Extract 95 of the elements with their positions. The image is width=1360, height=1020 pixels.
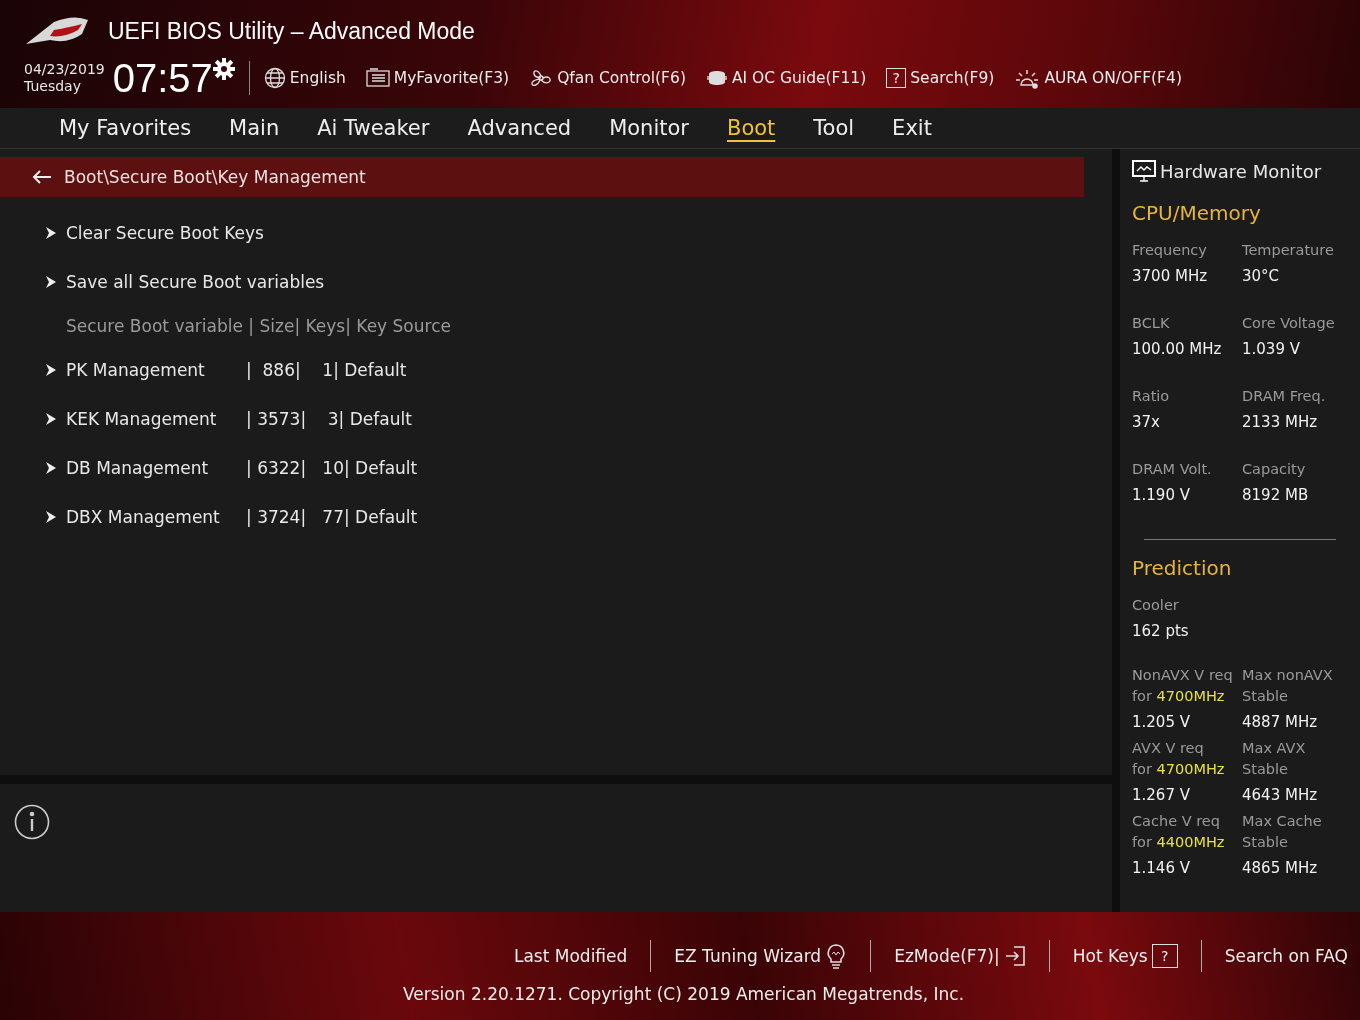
stat-label: NonAVX V req <box>1132 666 1234 685</box>
submenu-item[interactable]: KEK Management <box>66 408 236 429</box>
stat-label: for 4400MHz <box>1132 833 1226 852</box>
chevron-icon <box>46 363 56 376</box>
chip-icon <box>705 68 728 88</box>
submenu-item[interactable]: Clear Secure Boot Keys <box>66 222 264 243</box>
breadcrumb-bar[interactable]: Boot\Secure Boot\Key Management <box>0 157 1084 197</box>
stat-label: Max nonAVX <box>1242 666 1334 685</box>
exit-icon <box>1003 945 1026 967</box>
stat-label: Temperature <box>1242 241 1335 260</box>
chevron-icon <box>46 275 56 288</box>
monitor-icon <box>1132 160 1156 182</box>
version-text: Version 2.20.1271. Copyright (C) 2019 American Megatrends, Inc. <box>403 984 965 1004</box>
chevron-icon <box>46 461 56 474</box>
help-icon: ? <box>1151 944 1178 968</box>
stat-label: for 4700MHz <box>1132 760 1226 779</box>
stat-value: 162 pts <box>1132 621 1190 642</box>
menu-tab[interactable]: Boot <box>707 116 795 140</box>
stat-value: 30°C <box>1242 266 1281 287</box>
stat-label: Max Cache <box>1242 812 1323 831</box>
stat-value: 1.205 V <box>1132 712 1191 733</box>
stat-value: 37x <box>1132 412 1161 433</box>
key-details: | 6322| 10| Default <box>246 457 418 478</box>
stat-label: DRAM Freq. <box>1242 387 1327 406</box>
key-details: | 3724| 77| Default <box>246 506 418 527</box>
footer-button[interactable]: EzMode(F7)| <box>894 945 1026 967</box>
stat-value: 4643 MHz <box>1242 785 1319 806</box>
toolbar-button[interactable]: Qfan Control(F6) <box>529 67 686 89</box>
submenu-item[interactable]: Save all Secure Boot variables <box>66 271 325 292</box>
section-title: CPU/Memory <box>1132 201 1262 225</box>
stat-value: 4865 MHz <box>1242 858 1319 879</box>
help-icon: ? <box>886 68 907 88</box>
footer-button[interactable]: Hot Keys ? <box>1072 944 1178 968</box>
light-icon <box>1014 67 1041 89</box>
toolbar-button[interactable]: MyFavorite(F3) <box>365 68 510 88</box>
menu-tab[interactable]: Main <box>210 116 299 140</box>
stat-value: 4887 MHz <box>1242 712 1319 733</box>
key-details: | 886| 1| Default <box>246 359 407 380</box>
stat-value: 2133 MHz <box>1242 412 1319 433</box>
back-arrow-icon[interactable] <box>32 169 52 185</box>
clock-time: 07:57 <box>112 56 213 100</box>
stat-value: 8192 MB <box>1242 485 1310 506</box>
stat-label: Stable <box>1242 833 1289 852</box>
stat-label: Core Voltage <box>1242 314 1336 333</box>
stat-label: Ratio <box>1132 387 1171 406</box>
footer-button[interactable]: EZ Tuning Wizard <box>674 943 848 969</box>
day-text: Tuesday <box>24 78 82 95</box>
stat-label: Cache V req <box>1132 812 1221 831</box>
menu-tab[interactable]: Monitor <box>590 116 708 140</box>
menu-tab[interactable]: Advanced <box>448 116 591 140</box>
fan-icon <box>529 67 554 89</box>
globe-icon <box>263 67 286 89</box>
stat-label: DRAM Volt. <box>1132 460 1213 479</box>
chevron-icon <box>46 510 56 523</box>
menu-tab[interactable]: Tool <box>794 116 874 140</box>
key-details: | 3573| 3| Default <box>246 408 412 429</box>
stat-label: Cooler <box>1132 596 1180 615</box>
stat-label: BCLK <box>1132 314 1171 333</box>
column-header: Secure Boot variable | Size| Keys| Key Source <box>66 315 451 336</box>
submenu-item[interactable]: DB Management <box>66 457 236 478</box>
stat-label: Capacity <box>1242 460 1307 479</box>
breadcrumb-path: Boot\Secure Boot\Key Management <box>64 167 366 187</box>
stat-value: 1.146 V <box>1132 858 1191 879</box>
lightbulb-icon <box>825 943 848 969</box>
submenu-item[interactable]: DBX Management <box>66 506 236 527</box>
stat-label: Max AVX <box>1242 739 1307 758</box>
panel-title: Hardware Monitor <box>1160 160 1322 182</box>
date-text: 04/23/2019 <box>24 61 105 78</box>
stat-label: Frequency <box>1132 241 1208 260</box>
list-icon <box>365 68 390 88</box>
stat-value: 1.039 V <box>1242 339 1301 360</box>
stat-value: 1.190 V <box>1132 485 1191 506</box>
toolbar-button[interactable]: English <box>263 67 346 89</box>
stat-label: for 4700MHz <box>1132 687 1226 706</box>
chevron-icon <box>46 226 56 239</box>
menu-tab[interactable]: Exit <box>873 116 951 140</box>
menu-tab[interactable]: Ai Tweaker <box>298 116 449 140</box>
footer-button[interactable]: Search on FAQ <box>1224 946 1348 966</box>
section-title: Prediction <box>1132 556 1233 580</box>
footer-button[interactable]: Last Modified <box>513 946 628 966</box>
submenu-item[interactable]: PK Management <box>66 359 236 380</box>
toolbar-button[interactable]: AURA ON/OFF(F4) <box>1014 67 1182 89</box>
toolbar-button[interactable]: AI OC Guide(F11) <box>705 68 867 88</box>
stat-value: 1.267 V <box>1132 785 1191 806</box>
stat-label: Stable <box>1242 687 1289 706</box>
settings-icon[interactable] <box>212 58 235 80</box>
window-title: UEFI BIOS Utility – Advanced Mode <box>108 17 475 45</box>
info-icon <box>14 804 50 840</box>
menu-tab[interactable]: My Favorites <box>40 116 211 140</box>
chevron-icon <box>46 412 56 425</box>
stat-label: AVX V req <box>1132 739 1205 758</box>
stat-label: Stable <box>1242 760 1289 779</box>
stat-value: 3700 MHz <box>1132 266 1209 287</box>
stat-value: 100.00 MHz <box>1132 339 1223 360</box>
toolbar-button[interactable]: ? Search(F9) <box>886 68 995 88</box>
